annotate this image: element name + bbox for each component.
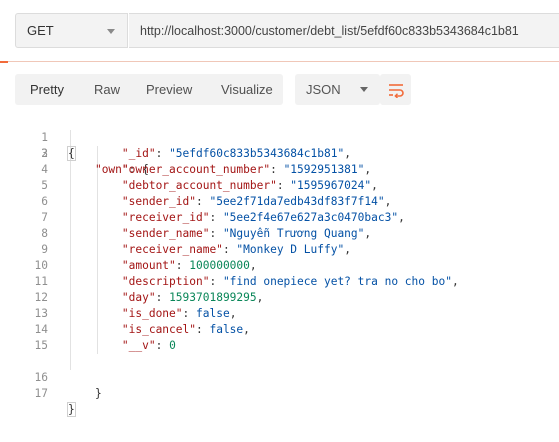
request-bar: GET http://localhost:3000/customer/debt_… xyxy=(15,13,559,50)
json-key: "sender_name" xyxy=(121,227,210,240)
json-key: "receiver_name" xyxy=(121,243,223,256)
json-key: "debtor_account_number" xyxy=(121,179,277,192)
code-line: 3 "_id": "5efdf60c833b5343684c1b81", xyxy=(0,146,559,162)
chevron-down-icon xyxy=(360,87,368,92)
view-mode-group: Pretty Raw Preview Visualize xyxy=(15,74,283,105)
code-line: 17 } xyxy=(0,370,559,417)
code-line: 6 "sender_id": "5ee2f71da7edb43df83f7f14… xyxy=(0,194,559,210)
line-number: 3 xyxy=(41,147,48,160)
method-label: GET xyxy=(27,23,54,38)
json-value: "5ee2f4e67e627a3c0470bac3" xyxy=(222,211,399,224)
section-divider xyxy=(0,61,559,62)
line-number: 6 xyxy=(41,195,48,208)
format-dropdown[interactable]: JSON xyxy=(295,74,380,105)
code-line: 14 "is_cancel": false, xyxy=(0,322,559,338)
active-tab-indicator xyxy=(0,61,8,63)
json-value: 100000000 xyxy=(189,259,250,272)
json-key: "amount" xyxy=(121,259,176,272)
json-value: 1593701899295 xyxy=(169,291,257,304)
line-number: 8 xyxy=(41,227,48,240)
code-line: 16 } xyxy=(0,354,559,400)
format-label: JSON xyxy=(306,82,341,97)
code-line: 11 "description": "find onepiece yet? tr… xyxy=(0,274,559,290)
line-number: 4 xyxy=(41,163,48,176)
code-line: 10 "amount": 100000000, xyxy=(0,258,559,274)
json-key: "is_cancel" xyxy=(121,323,196,336)
json-value: "1592951381" xyxy=(283,163,365,176)
json-key: "_id" xyxy=(121,147,156,160)
response-body[interactable]: 1 { 2 "own": { 3 "_id": "5efdf60c833b534… xyxy=(0,114,559,417)
url-input[interactable]: http://localhost:3000/customer/debt_list… xyxy=(129,13,559,48)
code-line: 2 "own": { xyxy=(0,130,559,176)
code-line: 13 "is_done": false, xyxy=(0,306,559,322)
json-value: false xyxy=(209,323,244,336)
json-value: "5ee2f71da7edb43df83f7f14" xyxy=(209,195,385,208)
line-number: 15 xyxy=(34,339,48,352)
json-value: "Monkey D Luffy" xyxy=(236,243,345,256)
json-fields: 3 "_id": "5efdf60c833b5343684c1b81", 4 "o… xyxy=(0,146,559,354)
line-number: 10 xyxy=(34,259,48,272)
json-value: "Nguyễn Trương Quang" xyxy=(222,227,365,240)
code-line: 15 "__v": 0 xyxy=(0,338,559,354)
json-key: "is_done" xyxy=(121,307,183,320)
wrap-lines-button[interactable] xyxy=(380,74,411,105)
code-line: 9 "receiver_name": "Monkey D Luffy", xyxy=(0,242,559,258)
line-number: 5 xyxy=(41,179,48,192)
json-value: "5efdf60c833b5343684c1b81" xyxy=(169,147,345,160)
code-line: 12 "day": 1593701899295, xyxy=(0,290,559,306)
code-line: 8 "sender_name": "Nguyễn Trương Quang", xyxy=(0,226,559,242)
json-value: "1595967024" xyxy=(290,179,372,192)
line-number: 7 xyxy=(41,211,48,224)
line-number: 14 xyxy=(34,323,48,336)
tab-raw[interactable]: Raw xyxy=(94,74,120,105)
close-brace: } xyxy=(67,402,76,417)
wrap-lines-icon xyxy=(388,83,404,98)
line-number: 17 xyxy=(34,387,48,400)
json-value: 0 xyxy=(169,339,176,352)
json-key: "owner_account_number" xyxy=(121,163,271,176)
line-number: 11 xyxy=(34,275,48,288)
json-key: "receiver_id" xyxy=(121,211,210,224)
code-line: 1 { xyxy=(0,114,559,161)
tab-visualize[interactable]: Visualize xyxy=(221,74,273,105)
json-key: "day" xyxy=(121,291,156,304)
line-number: 12 xyxy=(34,291,48,304)
tab-preview[interactable]: Preview xyxy=(146,74,192,105)
json-key: "__v" xyxy=(121,339,156,352)
json-value: "find onepiece yet? tra no cho bo" xyxy=(222,275,452,288)
json-key: "description" xyxy=(121,275,210,288)
method-dropdown[interactable]: GET xyxy=(15,13,128,48)
code-line: 4 "owner_account_number": "1592951381", xyxy=(0,162,559,178)
code-line: 5 "debtor_account_number": "1595967024", xyxy=(0,178,559,194)
tab-pretty[interactable]: Pretty xyxy=(30,74,64,105)
chevron-down-icon xyxy=(107,29,115,34)
json-value: false xyxy=(196,307,230,320)
line-number: 13 xyxy=(34,307,48,320)
code-line: 7 "receiver_id": "5ee2f4e67e627a3c0470ba… xyxy=(0,210,559,226)
json-key: "sender_id" xyxy=(121,195,196,208)
line-number: 9 xyxy=(41,243,48,256)
